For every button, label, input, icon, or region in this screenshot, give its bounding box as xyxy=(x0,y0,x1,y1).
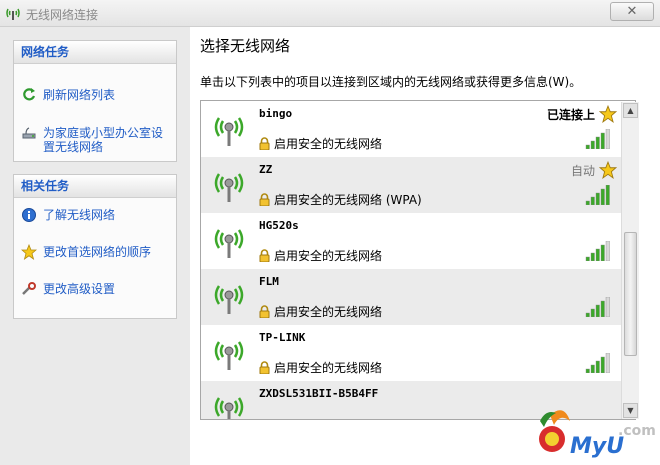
connection-status: 已连接上 xyxy=(546,108,595,122)
wireless-antenna-icon xyxy=(214,341,244,370)
svg-text:.com: .com xyxy=(618,423,655,439)
setup-home-network-label: 为家庭或小型办公室设置无线网络 xyxy=(43,126,164,154)
network-ssid: ZZ xyxy=(259,163,273,176)
security-status: 启用安全的无线网络 xyxy=(259,135,382,152)
lock-icon xyxy=(259,193,270,206)
task-sidebar: 网络任务 刷新网络列表 为家庭或小型办公室设置无线网络 相关任务 了解无线网络 … xyxy=(0,27,190,465)
network-list[interactable]: bingo 启用安全的无线网络 已连接上 ZZ 启用安全的无线网络 (WPA) 自动 HG5… xyxy=(200,100,636,420)
related-tasks-panel: 相关任务 了解无线网络 更改首选网络的顺序 更改高级设置 xyxy=(13,174,177,319)
scroll-up-button[interactable]: ▲ xyxy=(623,103,638,118)
signal-strength-icon xyxy=(585,129,610,149)
security-status: 启用安全的无线网络 (WPA) xyxy=(259,191,422,208)
star-icon xyxy=(21,244,37,260)
security-label: 启用安全的无线网络 xyxy=(274,361,383,375)
network-list-scrollbar[interactable]: ▲ ▼ xyxy=(621,102,639,419)
page-title: 选择无线网络 xyxy=(200,37,291,55)
network-item-zz[interactable]: ZZ 启用安全的无线网络 (WPA) 自动 xyxy=(201,157,621,213)
lock-icon xyxy=(259,137,270,150)
learn-wireless-label: 了解无线网络 xyxy=(43,208,116,222)
wireless-network-icon xyxy=(6,8,20,20)
wireless-antenna-icon xyxy=(214,117,244,146)
window-title: 无线网络连接 xyxy=(26,8,99,22)
security-status: 启用安全的无线网络 xyxy=(259,247,382,264)
title-bar: 无线网络连接 ✕ xyxy=(0,0,660,27)
network-ssid: TP-LINK xyxy=(259,331,306,344)
signal-strength-icon xyxy=(585,353,610,373)
security-status: 启用安全的无线网络 xyxy=(259,303,382,320)
network-ssid: ZXDSL531BII-B5B4FF xyxy=(259,387,379,400)
network-ssid: bingo xyxy=(259,107,293,120)
preferred-star-icon xyxy=(599,105,617,123)
signal-strength-icon xyxy=(585,297,610,317)
network-item-tp-link[interactable]: TP-LINK 启用安全的无线网络 xyxy=(201,325,621,381)
refresh-network-list-label: 刷新网络列表 xyxy=(43,88,116,102)
change-preferred-order-label: 更改首选网络的顺序 xyxy=(43,245,152,259)
setup-network-icon xyxy=(22,127,36,139)
scroll-thumb[interactable] xyxy=(624,232,637,356)
watermark-logo: MyU .com xyxy=(539,410,655,459)
network-tasks-heading[interactable]: 网络任务 xyxy=(14,41,176,64)
lock-icon xyxy=(259,305,270,318)
settings-icon xyxy=(22,282,36,295)
wireless-antenna-icon xyxy=(214,173,244,202)
network-item-bingo[interactable]: bingo 启用安全的无线网络 已连接上 xyxy=(201,101,621,157)
lock-icon xyxy=(259,361,270,374)
close-button[interactable]: ✕ xyxy=(610,2,654,21)
security-label: 启用安全的无线网络 (WPA) xyxy=(274,193,422,207)
network-ssid: FLM xyxy=(259,275,279,288)
preferred-star-icon xyxy=(599,161,617,179)
instructions-text: 单击以下列表中的项目以连接到区域内的无线网络或获得更多信息(W)。 xyxy=(200,75,582,89)
security-label: 启用安全的无线网络 xyxy=(274,137,383,151)
lock-icon xyxy=(259,249,270,262)
connection-status: 自动 xyxy=(570,164,595,178)
svg-text:MyU: MyU xyxy=(570,434,624,459)
network-tasks-panel: 网络任务 刷新网络列表 为家庭或小型办公室设置无线网络 xyxy=(13,40,177,162)
signal-strength-icon xyxy=(585,241,610,261)
network-item-flm[interactable]: FLM 启用安全的无线网络 xyxy=(201,269,621,325)
security-status: 启用安全的无线网络 xyxy=(259,359,382,376)
network-item-hg520s[interactable]: HG520s 启用安全的无线网络 xyxy=(201,213,621,269)
change-advanced-settings-label: 更改高级设置 xyxy=(43,282,116,296)
info-icon xyxy=(22,208,36,222)
security-label: 启用安全的无线网络 xyxy=(274,305,383,319)
network-ssid: HG520s xyxy=(259,219,299,232)
refresh-icon xyxy=(23,88,36,101)
wireless-antenna-icon xyxy=(214,285,244,314)
security-label: 启用安全的无线网络 xyxy=(274,249,383,263)
signal-strength-icon xyxy=(585,185,610,205)
wireless-antenna-icon xyxy=(214,229,244,258)
related-tasks-heading[interactable]: 相关任务 xyxy=(14,175,176,198)
wireless-antenna-icon xyxy=(214,397,244,419)
